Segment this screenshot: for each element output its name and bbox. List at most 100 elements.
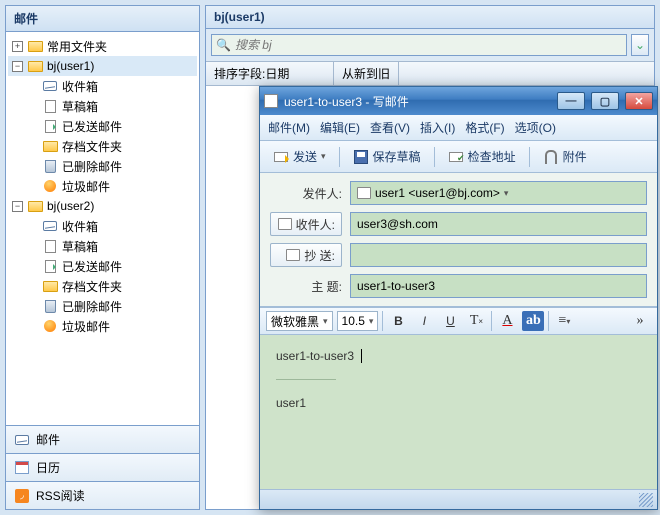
- archive-icon: [43, 141, 58, 152]
- compose-titlebar[interactable]: user1-to-user3 - 写邮件 ― ▢ ✕: [260, 87, 657, 115]
- sent-node[interactable]: 已发送邮件: [8, 116, 197, 136]
- rss-icon: ◞: [15, 489, 29, 503]
- font-color-button[interactable]: A: [496, 311, 518, 331]
- to-label-button[interactable]: 收件人:: [270, 212, 342, 236]
- account-node-bj-user1[interactable]: − bj(user1): [8, 56, 197, 76]
- send-button[interactable]: 发送▾: [266, 145, 333, 168]
- inbox-icon: [43, 221, 57, 231]
- junk-node[interactable]: 垃圾邮件: [8, 316, 197, 336]
- sidebar-header: 邮件: [6, 6, 199, 32]
- nav-mail[interactable]: 邮件: [6, 425, 199, 453]
- mail-icon: [15, 435, 29, 445]
- maximize-button[interactable]: ▢: [591, 92, 619, 110]
- resize-grip[interactable]: [639, 493, 653, 507]
- nav-rss[interactable]: ◞RSS阅读: [6, 481, 199, 509]
- trash-icon: [45, 160, 56, 173]
- compose-toolbar: 发送▾ 保存草稿 检查地址 附件: [260, 141, 657, 173]
- chevron-down-icon: ⌄: [635, 38, 645, 52]
- cc-input[interactable]: [357, 248, 640, 262]
- drafts-icon: [45, 100, 56, 113]
- minimize-button[interactable]: ―: [557, 92, 585, 110]
- menu-insert[interactable]: 插入(I): [420, 119, 455, 136]
- check-address-button[interactable]: 检查地址: [441, 145, 523, 168]
- separator: [529, 147, 530, 167]
- paperclip-icon: [545, 150, 557, 164]
- signature-separator: [276, 379, 336, 380]
- underline-button[interactable]: U: [439, 311, 461, 331]
- collapse-icon[interactable]: −: [12, 61, 23, 72]
- folder-icon: [28, 201, 43, 212]
- compose-window: user1-to-user3 - 写邮件 ― ▢ ✕ 邮件(M) 编辑(E) 查…: [259, 86, 658, 510]
- font-size-select[interactable]: 10.5▾: [337, 311, 379, 331]
- drafts-icon: [45, 240, 56, 253]
- compose-body[interactable]: user1-to-user3 user1: [260, 335, 657, 491]
- common-folders-node[interactable]: + 常用文件夹: [8, 36, 197, 56]
- compose-header-fields: 发件人: user1 <user1@bj.com>▾ 收件人: 抄 送: 主 题…: [260, 173, 657, 307]
- sort-header[interactable]: 排序字段:日期 从新到旧: [206, 62, 654, 86]
- search-input[interactable]: [235, 38, 622, 52]
- save-icon: [354, 150, 368, 164]
- font-family-select[interactable]: 微软雅黑▾: [266, 311, 333, 331]
- inbox-node[interactable]: 收件箱: [8, 76, 197, 96]
- sent-node[interactable]: 已发送邮件: [8, 256, 197, 276]
- search-icon: 🔍: [216, 38, 231, 52]
- cc-label-button[interactable]: 抄 送:: [270, 243, 342, 267]
- subject-input[interactable]: [357, 279, 640, 293]
- close-button[interactable]: ✕: [625, 92, 653, 110]
- archive-icon: [43, 281, 58, 292]
- inbox-node[interactable]: 收件箱: [8, 216, 197, 236]
- clear-format-button[interactable]: T×: [465, 311, 487, 331]
- folder-icon: [28, 61, 43, 72]
- contacts-icon: [278, 218, 292, 230]
- menu-format[interactable]: 格式(F): [465, 119, 504, 136]
- contacts-icon: [286, 249, 300, 261]
- document-icon: [264, 94, 278, 108]
- to-field[interactable]: [350, 212, 647, 236]
- deleted-node[interactable]: 已删除邮件: [8, 296, 197, 316]
- deleted-node[interactable]: 已删除邮件: [8, 156, 197, 176]
- nav-calendar[interactable]: 日历: [6, 453, 199, 481]
- search-bar: 🔍 ⌄: [206, 29, 654, 62]
- from-label: 发件人:: [270, 181, 342, 205]
- node-label: 常用文件夹: [47, 38, 107, 55]
- junk-icon: [44, 180, 56, 192]
- collapse-icon[interactable]: −: [12, 201, 23, 212]
- menu-options[interactable]: 选项(O): [515, 119, 556, 136]
- trash-icon: [45, 300, 56, 313]
- align-button[interactable]: ≡▾: [553, 311, 575, 331]
- archive-node[interactable]: 存档文件夹: [8, 276, 197, 296]
- separator: [339, 147, 340, 167]
- format-overflow-button[interactable]: »: [629, 311, 651, 331]
- search-box[interactable]: 🔍: [211, 34, 627, 56]
- drafts-node[interactable]: 草稿箱: [8, 96, 197, 116]
- menu-mail[interactable]: 邮件(M): [268, 119, 310, 136]
- format-toolbar: 微软雅黑▾ 10.5▾ B I U T× A ab ≡▾ »: [260, 307, 657, 335]
- menu-view[interactable]: 查看(V): [370, 119, 410, 136]
- highlight-button[interactable]: ab: [522, 311, 544, 331]
- compose-menubar: 邮件(M) 编辑(E) 查看(V) 插入(I) 格式(F) 选项(O): [260, 115, 657, 141]
- folder-tree: + 常用文件夹 − bj(user1) 收件箱 草稿箱 已发送邮件 存档文件夹 已删…: [6, 32, 199, 425]
- attach-button[interactable]: 附件: [536, 145, 594, 168]
- search-dropdown-button[interactable]: ⌄: [631, 34, 649, 56]
- inbox-icon: [43, 81, 57, 91]
- subject-label: 主 题:: [270, 274, 342, 298]
- cc-field[interactable]: [350, 243, 647, 267]
- compose-statusbar: [260, 489, 657, 509]
- drafts-node[interactable]: 草稿箱: [8, 236, 197, 256]
- junk-node[interactable]: 垃圾邮件: [8, 176, 197, 196]
- to-input[interactable]: [357, 217, 640, 231]
- window-title: user1-to-user3 - 写邮件: [284, 93, 409, 110]
- account-node-bj-user2[interactable]: −bj(user2): [8, 196, 197, 216]
- junk-icon: [44, 320, 56, 332]
- node-label: bj(user1): [47, 59, 94, 73]
- text-cursor: [357, 349, 361, 363]
- save-draft-button[interactable]: 保存草稿: [346, 145, 428, 168]
- menu-edit[interactable]: 编辑(E): [320, 119, 360, 136]
- bold-button[interactable]: B: [387, 311, 409, 331]
- from-field[interactable]: user1 <user1@bj.com>▾: [350, 181, 647, 205]
- expand-icon[interactable]: +: [12, 41, 23, 52]
- archive-node[interactable]: 存档文件夹: [8, 136, 197, 156]
- italic-button[interactable]: I: [413, 311, 435, 331]
- subject-field[interactable]: [350, 274, 647, 298]
- list-header: bj(user1): [206, 6, 654, 29]
